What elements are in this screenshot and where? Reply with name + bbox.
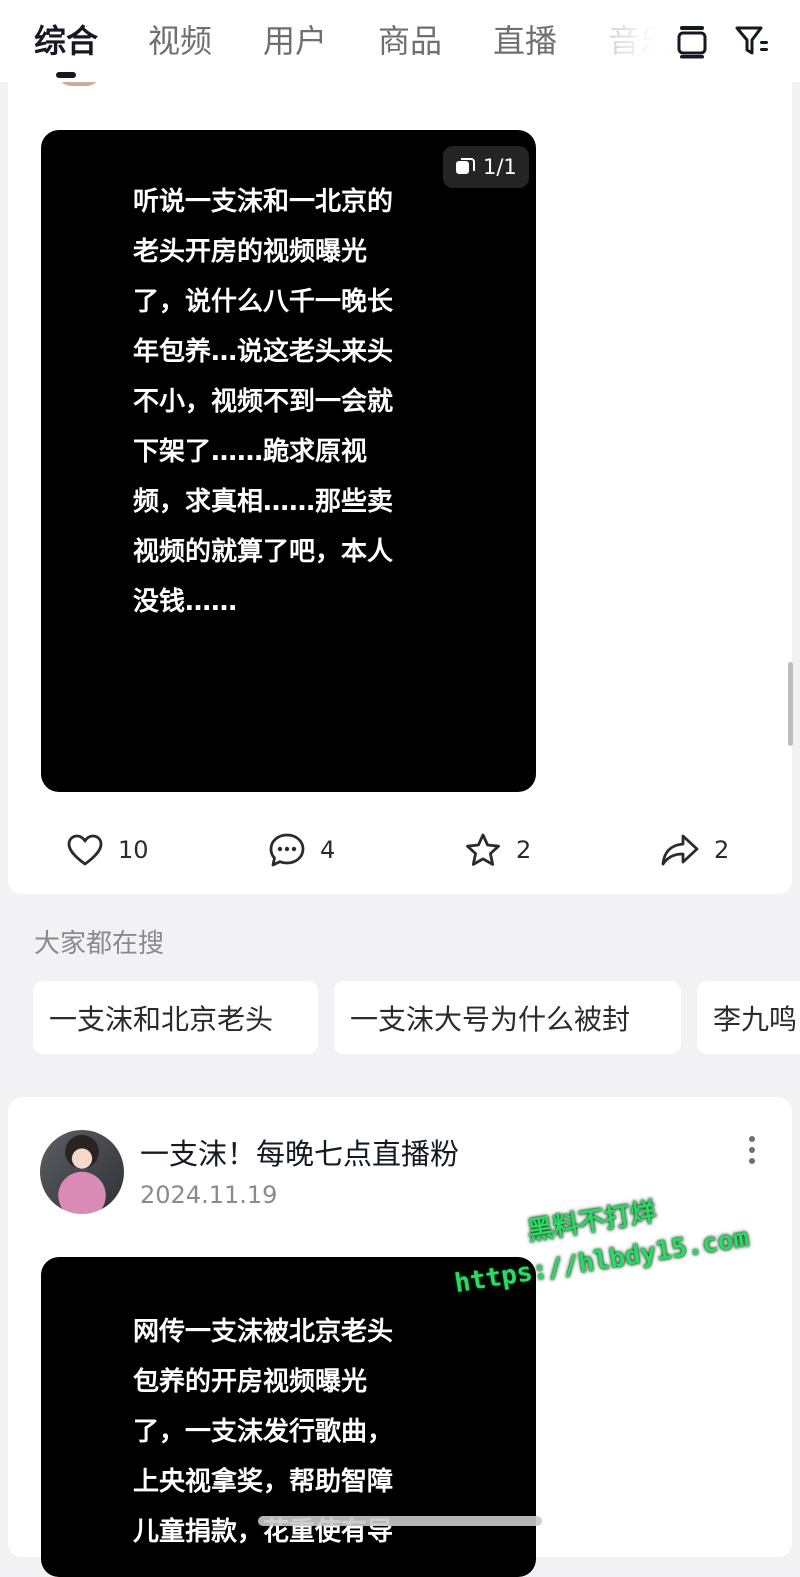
tab-comprehensive[interactable]: 综合 (34, 18, 98, 64)
share-arrow-icon (661, 834, 699, 866)
favorite-count: 2 (516, 836, 532, 864)
tab-video[interactable]: 视频 (148, 18, 212, 64)
heart-icon (67, 834, 103, 866)
layer-icon[interactable] (674, 22, 710, 60)
tab-products[interactable]: 商品 (378, 18, 442, 64)
active-tab-indicator (56, 72, 76, 78)
search-suggestions-title: 大家都在搜 (34, 929, 165, 959)
comment-button[interactable]: 4 (268, 830, 335, 870)
post-image-text: 听说一支沫和一北京的 老头开房的视频曝光 了，说什么八千一晚长 年包养…说这老头… (133, 187, 394, 617)
tab-fade-overlay (600, 10, 670, 76)
pages-icon (456, 158, 475, 174)
page-indicator: 1/1 (443, 146, 529, 188)
filter-icon[interactable] (734, 22, 770, 60)
author-avatar[interactable] (40, 1130, 124, 1214)
author-name[interactable]: 一支沫！每晚七点直播粉 (140, 1134, 459, 1174)
comment-icon (269, 833, 305, 867)
search-tab-bar: 综合 视频 用户 商品 直播 音乐 (0, 0, 800, 82)
share-button[interactable]: 2 (660, 830, 729, 870)
search-suggestion-chip[interactable]: 李九鸣 (697, 981, 800, 1054)
home-indicator[interactable] (258, 1516, 542, 1526)
page-indicator-text: 1/1 (483, 155, 517, 179)
tab-users[interactable]: 用户 (263, 18, 327, 64)
like-count: 10 (118, 836, 149, 864)
tab-live[interactable]: 直播 (493, 18, 557, 64)
post-date: 2024.11.19 (140, 1181, 278, 1209)
favorite-button[interactable]: 2 (464, 830, 531, 870)
star-icon (466, 833, 500, 866)
comment-count: 4 (320, 836, 336, 864)
search-suggestion-chip[interactable]: 一支沫大号为什么被封 (334, 981, 681, 1054)
share-count: 2 (714, 836, 730, 864)
post-image[interactable]: 听说一支沫和一北京的 老头开房的视频曝光 了，说什么八千一晚长 年包养…说这老头… (41, 130, 536, 792)
search-suggestion-chip[interactable]: 一支沫和北京老头 (33, 981, 318, 1054)
more-options-icon[interactable] (740, 1134, 764, 1166)
post-card: 听说一支沫和一北京的 老头开房的视频曝光 了，说什么八千一晚长 年包养…说这老头… (8, 60, 792, 894)
like-button[interactable]: 10 (66, 830, 149, 870)
scrollbar[interactable] (788, 662, 793, 746)
